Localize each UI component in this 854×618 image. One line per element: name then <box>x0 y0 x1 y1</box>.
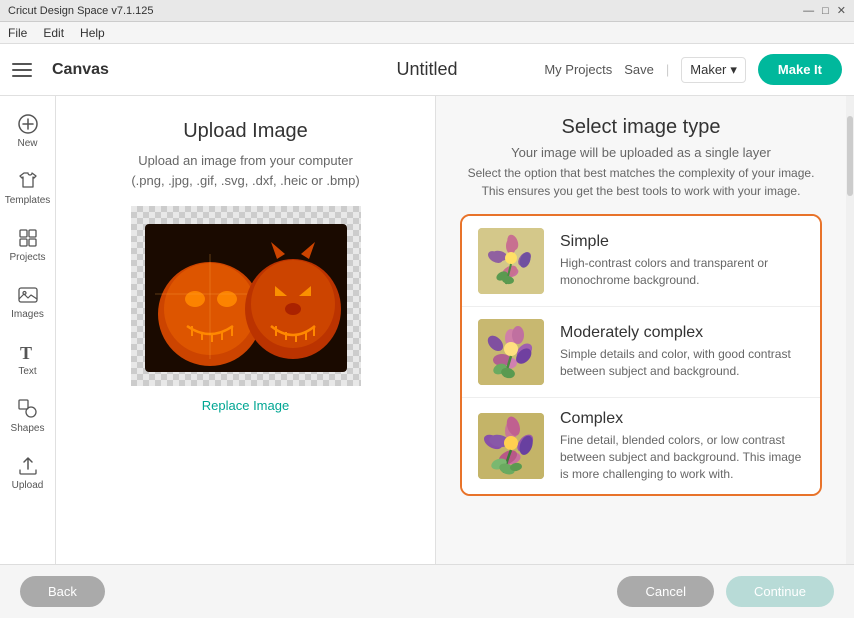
sidebar-item-projects-label: Projects <box>9 252 45 263</box>
complex-thumbnail <box>478 413 544 479</box>
sidebar-item-new[interactable]: New <box>0 104 55 157</box>
sidebar-item-shapes[interactable]: Shapes <box>0 389 55 442</box>
save-link[interactable]: Save <box>624 62 654 77</box>
image-type-moderate[interactable]: Moderately complex Simple details and co… <box>462 307 820 398</box>
grid-icon <box>16 226 40 250</box>
footer: Back Cancel Continue <box>0 564 854 618</box>
maker-label: Maker <box>690 62 726 77</box>
moderate-thumbnail <box>478 319 544 385</box>
sidebar-item-new-label: New <box>17 138 37 149</box>
menu-edit[interactable]: Edit <box>43 26 64 40</box>
select-section: Select image type Your image will be upl… <box>436 96 846 564</box>
sidebar-item-images[interactable]: Images <box>0 275 55 328</box>
upload-icon <box>16 454 40 478</box>
close-button[interactable]: ✕ <box>837 4 846 17</box>
menu-bar: File Edit Help <box>0 22 854 44</box>
sidebar-item-templates[interactable]: Templates <box>0 161 55 214</box>
my-projects-link[interactable]: My Projects <box>544 62 612 77</box>
complex-name: Complex <box>560 410 804 428</box>
simple-name: Simple <box>560 233 804 251</box>
continue-button[interactable]: Continue <box>726 576 834 607</box>
image-types-container: Simple High-contrast colors and transpar… <box>460 214 822 496</box>
maximize-button[interactable]: □ <box>822 4 829 17</box>
scrollbar[interactable] <box>846 96 854 564</box>
svg-text:T: T <box>20 343 32 363</box>
maker-chevron-icon: ▾ <box>730 62 737 78</box>
header-divider: | <box>666 62 669 77</box>
menu-help[interactable]: Help <box>80 26 105 40</box>
maker-dropdown[interactable]: Maker ▾ <box>681 57 746 83</box>
upload-title: Upload Image <box>183 120 308 143</box>
upload-description: Upload an image from your computer (.png… <box>131 151 359 190</box>
upload-section: Upload Image Upload an image from your c… <box>56 96 436 564</box>
app-header: Canvas Untitled My Projects Save | Maker… <box>0 44 854 96</box>
sidebar-item-upload[interactable]: Upload <box>0 446 55 499</box>
simple-info: Simple High-contrast colors and transpar… <box>560 233 804 289</box>
sidebar-item-shapes-label: Shapes <box>11 423 45 434</box>
content-area: Upload Image Upload an image from your c… <box>56 96 854 564</box>
menu-file[interactable]: File <box>8 26 27 40</box>
select-title: Select image type <box>460 116 822 139</box>
complex-info: Complex Fine detail, blended colors, or … <box>560 410 804 482</box>
sidebar: New Templates Projects <box>0 96 56 564</box>
hamburger-line-3 <box>12 75 32 77</box>
simple-thumbnail <box>478 228 544 294</box>
back-button[interactable]: Back <box>20 576 105 607</box>
text-t-icon: T <box>16 340 40 364</box>
moderate-info: Moderately complex Simple details and co… <box>560 324 804 380</box>
replace-image-link[interactable]: Replace Image <box>202 398 289 413</box>
image-preview-container <box>131 206 361 386</box>
canvas-label: Canvas <box>52 61 109 79</box>
header-right-area: My Projects Save | Maker ▾ Make It <box>544 54 842 85</box>
image-type-complex[interactable]: Complex Fine detail, blended colors, or … <box>462 398 820 494</box>
sidebar-item-images-label: Images <box>11 309 44 320</box>
hamburger-line-2 <box>12 69 32 71</box>
uploaded-image-preview <box>145 224 347 372</box>
select-subtitle: Your image will be uploaded as a single … <box>460 145 822 160</box>
cancel-button[interactable]: Cancel <box>617 576 713 607</box>
footer-left: Back <box>20 576 105 607</box>
app-title: Cricut Design Space v7.1.125 <box>8 5 154 17</box>
shirt-icon <box>16 169 40 193</box>
sidebar-item-projects[interactable]: Projects <box>0 218 55 271</box>
scrollbar-thumb[interactable] <box>847 116 853 196</box>
moderate-name: Moderately complex <box>560 324 804 342</box>
sidebar-item-text[interactable]: T Text <box>0 332 55 385</box>
sidebar-item-upload-label: Upload <box>12 480 44 491</box>
title-bar: Cricut Design Space v7.1.125 — □ ✕ <box>0 0 854 22</box>
main-layout: New Templates Projects <box>0 96 854 564</box>
footer-right: Cancel Continue <box>617 576 834 607</box>
hamburger-line-1 <box>12 63 32 65</box>
document-title[interactable]: Untitled <box>396 59 457 80</box>
make-it-button[interactable]: Make It <box>758 54 842 85</box>
sidebar-item-text-label: Text <box>18 366 36 377</box>
image-icon <box>16 283 40 307</box>
moderate-desc: Simple details and color, with good cont… <box>560 346 804 380</box>
window-controls: — □ ✕ <box>803 4 846 17</box>
minimize-button[interactable]: — <box>803 4 814 17</box>
sidebar-item-templates-label: Templates <box>5 195 51 206</box>
hamburger-button[interactable] <box>12 54 44 86</box>
select-description: Select the option that best matches the … <box>460 164 822 200</box>
image-type-simple[interactable]: Simple High-contrast colors and transpar… <box>462 216 820 307</box>
plus-circle-icon <box>16 112 40 136</box>
complex-desc: Fine detail, blended colors, or low cont… <box>560 432 804 482</box>
simple-desc: High-contrast colors and transparent or … <box>560 255 804 289</box>
shapes-icon <box>16 397 40 421</box>
